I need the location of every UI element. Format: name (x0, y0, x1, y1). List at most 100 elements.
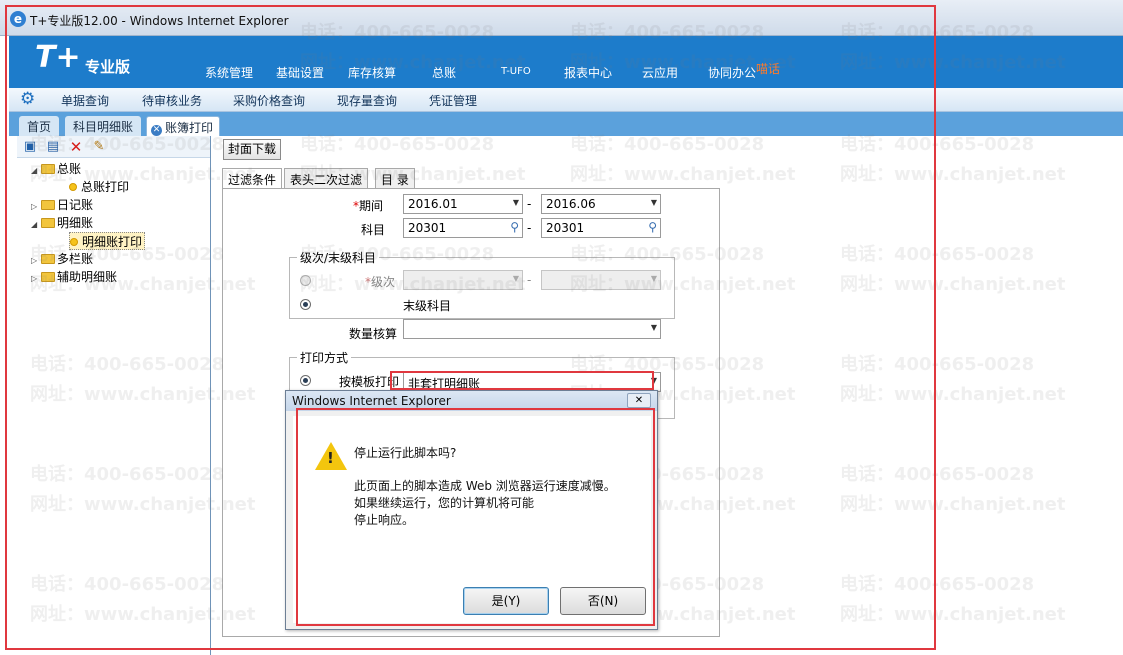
dialog-message-line: 停止响应。 (354, 513, 415, 527)
menu-cloud-apps[interactable]: 云应用 (642, 64, 678, 81)
no-button[interactable]: 否(N) (560, 587, 646, 615)
level-range-separator: - (527, 273, 532, 287)
quick-nav-pending-review[interactable]: 待审核业务 (142, 92, 202, 109)
ie-icon: e (10, 11, 26, 27)
ledger-tree-pane: ▣ ▤ ✕ ✎ ◢ 总账 总账打印 ▷ 日记账 ◢ 明细账 明细账打印 ▷ 多栏账 ▷ 辅… (17, 136, 211, 655)
template-print-label: 按模板打印 (339, 375, 400, 389)
template-print-radio[interactable] (300, 375, 311, 386)
warning-icon-mark: ! (327, 449, 334, 467)
chevron-down-icon: ▼ (650, 274, 657, 283)
cover-download-button[interactable]: 封面下载 (223, 139, 281, 160)
dialog-body: ! 停止运行此脚本吗? 此页面上的脚本造成 Web 浏览器运行速度减慢。 如果继… (293, 416, 651, 623)
menu-t-ufo[interactable]: T-UFO (501, 66, 531, 77)
folder-icon (41, 254, 55, 264)
tree-leaf-detail-ledger-print[interactable]: 明细账打印 (69, 232, 146, 250)
tab-header-filter[interactable]: 表头二次过滤 (284, 168, 369, 188)
period-to-select[interactable]: 2016.06 ▼ (541, 194, 661, 214)
last-level-radio[interactable] (300, 299, 311, 310)
quick-nav-document-query[interactable]: 单据查询 (61, 92, 109, 109)
folder-icon (41, 272, 55, 282)
quick-nav-purchase-price[interactable]: 采购价格查询 (233, 92, 305, 109)
yes-button[interactable]: 是(Y) (463, 587, 549, 615)
subject-to-input[interactable]: 20301 ⚲ (541, 218, 661, 238)
menu-report-center[interactable]: 报表中心 (564, 64, 612, 81)
quick-nav-voucher-management[interactable]: 凭证管理 (429, 92, 477, 109)
quantity-select[interactable]: ▼ (403, 319, 661, 339)
tree-node-label: 多栏账 (57, 252, 94, 266)
tree-node-detail-ledger[interactable]: ◢ 明细账 (31, 214, 93, 232)
tree-node-journal[interactable]: ▷ 日记账 (31, 196, 93, 214)
edit-icon[interactable]: ✎ (91, 139, 107, 155)
period-from-select[interactable]: 2016.01 ▼ (403, 194, 523, 214)
subject-to-value: 20301 (546, 221, 585, 235)
menu-system-management[interactable]: 系统管理 (205, 64, 253, 81)
tab-ledger-print[interactable]: ✕ 账簿打印 (146, 116, 220, 136)
level-radio[interactable] (300, 275, 311, 286)
menu-inventory-accounting[interactable]: 库存核算 (348, 64, 396, 81)
menu-collaboration-label: 协同办公 (708, 66, 757, 80)
quick-nav-stock-query[interactable]: 现存量查询 (337, 92, 397, 109)
chevron-down-icon: ▼ (512, 198, 519, 207)
tab-filter-conditions[interactable]: 过滤条件 (222, 168, 283, 189)
collapsed-arrow-icon[interactable]: ▷ (31, 270, 41, 288)
dialog-close-button[interactable]: ✕ (627, 393, 651, 408)
tree-toolbar: ▣ ▤ ✕ ✎ (17, 136, 210, 158)
menu-collaboration[interactable]: 协同办公喵话 (708, 62, 780, 81)
level-to-select[interactable]: ▼ (541, 270, 661, 290)
tab-close-icon[interactable]: ✕ (151, 125, 162, 136)
window-title: T+专业版12.00 - Windows Internet Explorer (30, 14, 289, 28)
tree-node-label: 日记账 (57, 198, 94, 212)
expanded-arrow-icon[interactable]: ◢ (31, 162, 41, 180)
search-icon[interactable]: ⚲ (648, 220, 657, 234)
tree-node-aux-detail[interactable]: ▷ 辅助明细账 (31, 268, 117, 286)
template-select-value: 非套打明细账 (408, 377, 481, 391)
search-icon[interactable]: ⚲ (510, 220, 519, 234)
chevron-down-icon: ▼ (512, 274, 519, 283)
quick-nav-bar: ⚙ 单据查询 待审核业务 采购价格查询 现存量查询 凭证管理 (9, 88, 1123, 112)
subject-label: 科目 (361, 223, 386, 237)
tab-subject-detail[interactable]: 科目明细账 (65, 116, 142, 136)
menu-general-ledger[interactable]: 总账 (432, 64, 456, 81)
dialog-message-line: 如果继续运行，您的计算机将可能 (354, 496, 535, 510)
save-icon[interactable]: ▣ (22, 139, 38, 155)
tree-node-label: 总账 (57, 162, 82, 176)
level-label: *级次 (365, 273, 395, 290)
preview-icon[interactable]: ▤ (45, 139, 61, 155)
folder-icon (41, 164, 55, 174)
period-range-separator: - (527, 197, 532, 211)
gear-icon[interactable]: ⚙ (20, 90, 35, 108)
dialog-title: Windows Internet Explorer (292, 394, 451, 408)
period-label: *期间 (353, 197, 383, 214)
folder-icon (41, 200, 55, 210)
app-logo: T+ (35, 40, 81, 75)
level-from-select[interactable]: ▼ (403, 270, 523, 290)
tree-leaf-general-ledger-print[interactable]: 总账打印 (69, 178, 129, 196)
level-label-text: 级次 (371, 275, 396, 289)
quantity-label: 数量核算 (349, 327, 398, 341)
tree-node-general-ledger[interactable]: ◢ 总账 (31, 160, 81, 178)
expanded-arrow-icon[interactable]: ◢ (31, 216, 41, 234)
app-header: T+ 专业版 系统管理 基础设置 库存核算 总账 T-UFO 报表中心 云应用 … (9, 36, 1123, 88)
tree-node-multi-column[interactable]: ▷ 多栏账 (31, 250, 93, 268)
tab-catalog[interactable]: 目 录 (375, 168, 415, 188)
tree-node-label: 辅助明细账 (57, 270, 118, 284)
subject-from-input[interactable]: 20301 ⚲ (403, 218, 523, 238)
chevron-down-icon: ▼ (650, 323, 657, 332)
delete-icon[interactable]: ✕ (68, 139, 84, 155)
period-to-value: 2016.06 (546, 197, 596, 211)
menu-basic-settings[interactable]: 基础设置 (276, 64, 324, 81)
app-logo-subtitle: 专业版 (85, 58, 131, 76)
subject-range-separator: - (527, 221, 532, 235)
tree-node-label: 总账打印 (81, 180, 130, 194)
leaf-dot-icon (69, 183, 77, 191)
chevron-down-icon: ▼ (650, 198, 657, 207)
tab-home[interactable]: 首页 (19, 116, 60, 136)
period-label-text: 期间 (359, 199, 384, 213)
tab-strip: 首页 科目明细账 ✕ 账簿打印 (9, 112, 1123, 136)
browser-title-bar: e T+专业版12.00 - Windows Internet Explorer (0, 0, 1123, 36)
leaf-dot-icon (70, 238, 78, 246)
level-group-title: 级次/末级科目 (297, 249, 380, 266)
dialog-title-bar: Windows Internet Explorer ✕ (286, 391, 657, 411)
template-select[interactable]: 非套打明细账 ▼ (403, 372, 661, 392)
script-warning-dialog: Windows Internet Explorer ✕ ! 停止运行此脚本吗? … (285, 390, 658, 630)
